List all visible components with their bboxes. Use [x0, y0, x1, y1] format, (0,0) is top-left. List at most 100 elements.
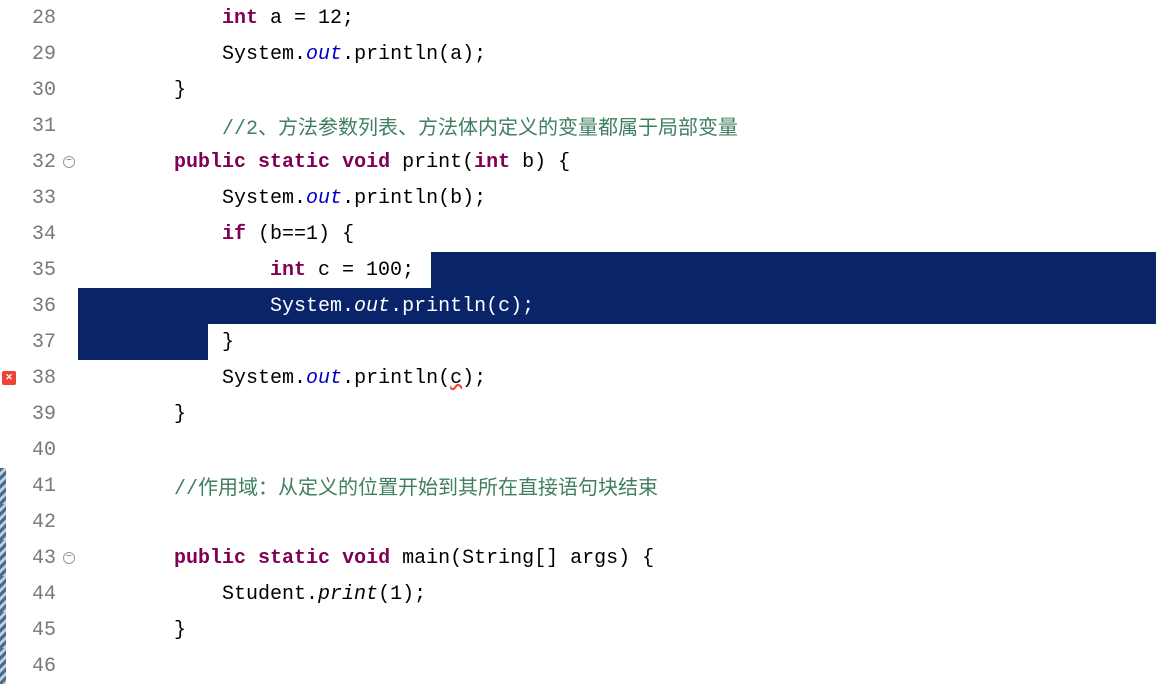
line-number[interactable]: 46 — [18, 655, 60, 678]
change-bar — [0, 576, 6, 612]
gutter-row: 33 — [0, 180, 78, 216]
line-number[interactable]: 40 — [18, 439, 60, 462]
code-line[interactable]: } — [78, 396, 1156, 432]
error-icon[interactable] — [2, 371, 16, 385]
token — [246, 151, 258, 174]
fold-column — [60, 288, 78, 324]
token: System. — [222, 43, 306, 66]
line-number[interactable]: 32 — [18, 151, 60, 174]
line-number[interactable]: 34 — [18, 223, 60, 246]
code-line[interactable] — [78, 504, 1156, 540]
line-number[interactable]: 35 — [18, 259, 60, 282]
code-area[interactable]: int a = 12; System.out.println(a); } //2… — [78, 0, 1156, 679]
token: if — [222, 223, 246, 246]
code-line[interactable]: System.out.println(c); — [78, 360, 1156, 396]
code-content: int c = 100; — [78, 259, 414, 282]
token: (b==1) { — [246, 223, 354, 246]
line-number[interactable]: 45 — [18, 619, 60, 642]
token: //作用域：从定义的位置开始到其所在直接语句块结束 — [174, 478, 658, 501]
code-content: //作用域：从定义的位置开始到其所在直接语句块结束 — [78, 471, 658, 501]
code-content: System.out.println(a); — [78, 43, 486, 66]
code-line[interactable]: public static void main(String[] args) { — [78, 540, 1156, 576]
token: System. — [270, 295, 354, 318]
line-number[interactable]: 28 — [18, 7, 60, 30]
token: out — [306, 187, 342, 210]
code-line[interactable]: public static void print(int b) { — [78, 144, 1156, 180]
gutter: 2829303132−3334353637383940414243−444546 — [0, 0, 78, 679]
marker-column — [0, 288, 18, 324]
token: (1); — [378, 583, 426, 606]
code-line[interactable]: int a = 12; — [78, 0, 1156, 36]
code-line[interactable]: Student.print(1); — [78, 576, 1156, 612]
token: c = 100; — [306, 259, 414, 282]
token — [330, 547, 342, 570]
fold-column — [60, 468, 78, 504]
token: out — [306, 367, 342, 390]
token: int — [474, 151, 510, 174]
fold-column — [60, 36, 78, 72]
line-number[interactable]: 30 — [18, 79, 60, 102]
line-number[interactable]: 37 — [18, 331, 60, 354]
gutter-row: 36 — [0, 288, 78, 324]
gutter-row: 30 — [0, 72, 78, 108]
gutter-row: 39 — [0, 396, 78, 432]
code-line[interactable]: } — [78, 612, 1156, 648]
change-bar — [0, 468, 6, 504]
line-number[interactable]: 29 — [18, 43, 60, 66]
token: public — [174, 547, 246, 570]
code-line[interactable]: if (b==1) { — [78, 216, 1156, 252]
gutter-row: 35 — [0, 252, 78, 288]
token: static — [258, 547, 330, 570]
gutter-row: 45 — [0, 612, 78, 648]
code-line[interactable]: System.out.println(c); — [78, 288, 1156, 324]
line-number[interactable]: 44 — [18, 583, 60, 606]
gutter-row: 29 — [0, 36, 78, 72]
marker-column — [0, 72, 18, 108]
code-line[interactable]: //作用域：从定义的位置开始到其所在直接语句块结束 — [78, 468, 1156, 504]
line-number[interactable]: 38 — [18, 367, 60, 390]
fold-column — [60, 252, 78, 288]
code-content: } — [78, 619, 186, 642]
fold-column — [60, 432, 78, 468]
code-line[interactable]: System.out.println(b); — [78, 180, 1156, 216]
code-content: Student.print(1); — [78, 583, 426, 606]
fold-collapse-icon[interactable]: − — [63, 552, 75, 564]
token: out — [354, 295, 390, 318]
line-number[interactable]: 39 — [18, 403, 60, 426]
token: void — [342, 547, 390, 570]
code-content: public static void print(int b) { — [78, 151, 570, 174]
line-number[interactable]: 36 — [18, 295, 60, 318]
gutter-row: 37 — [0, 324, 78, 360]
token: System. — [222, 367, 306, 390]
code-content: int a = 12; — [78, 7, 354, 30]
line-number[interactable]: 33 — [18, 187, 60, 210]
token: c — [450, 367, 462, 390]
code-line[interactable]: //2、方法参数列表、方法体内定义的变量都属于局部变量 — [78, 108, 1156, 144]
code-line[interactable]: }} — [78, 324, 1156, 360]
token: int — [270, 259, 306, 282]
line-number[interactable]: 43 — [18, 547, 60, 570]
code-content: } — [78, 79, 186, 102]
gutter-row: 43− — [0, 540, 78, 576]
fold-column — [60, 504, 78, 540]
line-number[interactable]: 41 — [18, 475, 60, 498]
code-line[interactable] — [78, 432, 1156, 468]
code-content — [78, 511, 174, 534]
code-editor[interactable]: 2829303132−3334353637383940414243−444546… — [0, 0, 1156, 679]
selection-highlight — [431, 252, 1156, 288]
fold-column — [60, 108, 78, 144]
line-number[interactable]: 42 — [18, 511, 60, 534]
token: } — [174, 79, 186, 102]
change-bar — [0, 612, 6, 648]
code-line[interactable]: } — [78, 72, 1156, 108]
line-number[interactable]: 31 — [18, 115, 60, 138]
token: System. — [222, 187, 306, 210]
code-line[interactable]: System.out.println(a); — [78, 36, 1156, 72]
token: print( — [390, 151, 474, 174]
fold-column — [60, 396, 78, 432]
token: Student. — [222, 583, 318, 606]
fold-column — [60, 0, 78, 36]
fold-collapse-icon[interactable]: − — [63, 156, 75, 168]
code-line[interactable]: int c = 100; — [78, 252, 1156, 288]
token: } — [222, 331, 234, 354]
